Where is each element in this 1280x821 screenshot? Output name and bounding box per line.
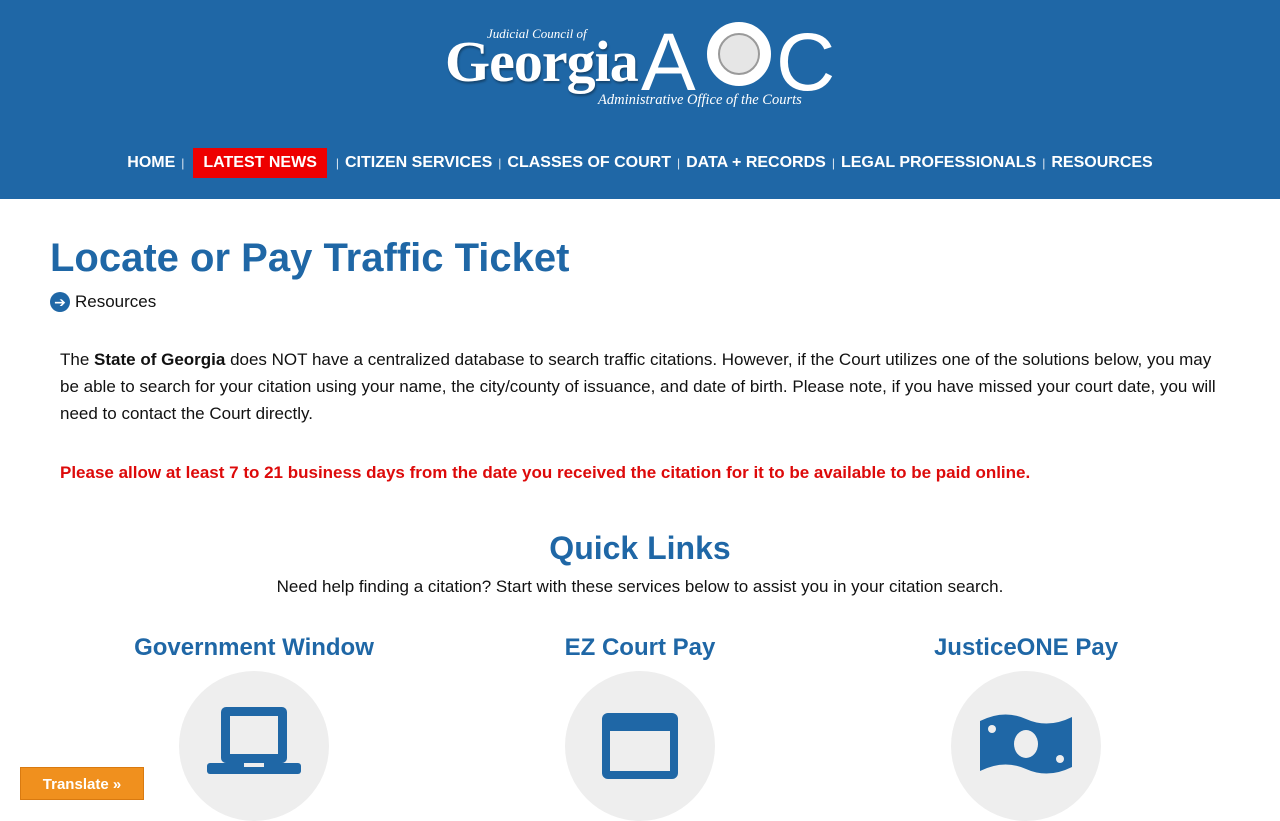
nav-legal-professionals[interactable]: LEGAL PROFESSIONALS: [838, 148, 1039, 178]
nav-separator: |: [181, 156, 185, 170]
availability-warning: Please allow at least 7 to 21 business d…: [60, 463, 1031, 482]
logo-georgia-text: Georgia: [445, 29, 639, 94]
nav-separator: |: [1042, 156, 1046, 170]
browser-window-icon: [602, 713, 678, 779]
nav-citizen-services[interactable]: CITIZEN SERVICES: [342, 148, 495, 178]
government-window-link[interactable]: Government Window: [104, 633, 404, 663]
ez-court-pay-icon-circle[interactable]: [565, 671, 715, 821]
nav-home[interactable]: HOME: [124, 148, 178, 178]
intro-paragraph: The State of Georgia does NOT have a cen…: [60, 346, 1220, 427]
main-nav: HOME | LATEST NEWS | CITIZEN SERVICES | …: [0, 148, 1280, 178]
breadcrumb-resources[interactable]: ➔ Resources: [50, 292, 156, 312]
intro-bold-state: State of Georgia: [94, 350, 226, 369]
georgia-aoc-logo[interactable]: Judicial Council of Georgia A C Administ…: [445, 17, 840, 113]
page-title: Locate or Pay Traffic Ticket: [50, 236, 570, 280]
breadcrumb-label: Resources: [75, 292, 157, 311]
nav-resources[interactable]: RESOURCES: [1048, 148, 1155, 178]
nav-data-records[interactable]: DATA + RECORDS: [683, 148, 829, 178]
government-window-icon-circle[interactable]: [179, 671, 329, 821]
intro-text-start: The: [60, 350, 95, 369]
georgia-seal-icon: [707, 22, 771, 86]
nav-classes-of-court[interactable]: CLASSES OF COURT: [504, 148, 674, 178]
quick-link-government-window: Government Window: [104, 633, 404, 821]
quick-link-ez-court-pay: EZ Court Pay: [490, 633, 790, 821]
ez-court-pay-link[interactable]: EZ Court Pay: [490, 633, 790, 663]
site-header: Judicial Council of Georgia A C Administ…: [0, 0, 1280, 199]
nav-separator: |: [498, 156, 502, 170]
logo-subtitle: Administrative Office of the Courts: [598, 92, 802, 108]
nav-separator: |: [335, 156, 339, 170]
quick-links-subtitle: Need help finding a citation? Start with…: [276, 577, 1004, 596]
justiceone-pay-link[interactable]: JusticeONE Pay: [876, 633, 1176, 663]
quick-link-justiceone-pay: JusticeONE Pay: [876, 633, 1176, 821]
nav-separator: |: [831, 156, 835, 170]
justiceone-pay-icon-circle[interactable]: [951, 671, 1101, 821]
laptop-icon: [207, 707, 301, 774]
translate-button[interactable]: Translate »: [20, 767, 144, 800]
intro-text-rest: does NOT have a centralized database to …: [60, 350, 1216, 423]
quick-links-title: Quick Links: [549, 530, 731, 566]
money-bill-icon: [980, 714, 1072, 774]
nav-latest-news[interactable]: LATEST NEWS: [193, 148, 327, 178]
nav-separator: |: [676, 156, 681, 170]
arrow-right-circle-icon: ➔: [50, 292, 70, 312]
